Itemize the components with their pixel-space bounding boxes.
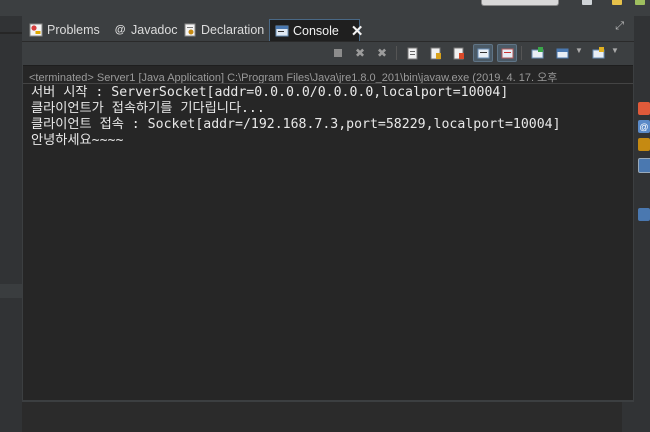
javadoc-trim-icon[interactable]: @ xyxy=(638,120,650,133)
console-toolbar: ✖ ✖ ▼ ▼ xyxy=(22,42,634,64)
right-trim-stack: @ xyxy=(634,16,650,432)
declaration-icon xyxy=(183,23,197,37)
display-console-icon[interactable] xyxy=(552,44,572,62)
tab-console-label: Console xyxy=(293,23,339,38)
window-top-strip xyxy=(0,0,650,16)
declaration-trim-icon[interactable] xyxy=(638,138,650,151)
word-wrap-icon[interactable] xyxy=(449,44,469,62)
problems-trim-icon[interactable] xyxy=(638,102,650,115)
left-editor-panel xyxy=(0,16,22,432)
display-console-dropdown-icon[interactable]: ▼ xyxy=(575,46,583,55)
remove-all-terminated-icon[interactable]: ✖ xyxy=(372,44,392,62)
show-on-stderr-icon[interactable] xyxy=(497,44,517,62)
console-line: 안녕하세요~~~~ xyxy=(31,133,124,148)
tab-problems[interactable]: Problems xyxy=(24,19,110,41)
console-trim-icon[interactable] xyxy=(638,158,650,173)
view-tab-bar: Problems @ Javadoc Declaration Console ✕… xyxy=(22,16,634,42)
console-line: 클라이언트가 접속하기를 기다립니다... xyxy=(31,101,265,116)
outline-trim-icon[interactable] xyxy=(638,208,650,221)
tab-declaration-label: Declaration xyxy=(201,23,265,37)
pin-console-icon[interactable] xyxy=(527,44,547,62)
console-line: 서버 시작 : ServerSocket[addr=0.0.0.0/0.0.0.… xyxy=(31,85,509,100)
tab-javadoc[interactable]: @ Javadoc xyxy=(108,19,180,41)
perspective-icon[interactable] xyxy=(582,0,592,5)
terminate-icon[interactable] xyxy=(328,44,348,62)
open-console-icon[interactable] xyxy=(588,44,608,62)
clear-console-icon[interactable] xyxy=(403,44,423,62)
remove-launch-icon[interactable]: ✖ xyxy=(350,44,370,62)
show-on-stdout-icon[interactable] xyxy=(473,44,493,62)
tab-problems-label: Problems xyxy=(47,23,100,37)
left-panel-band xyxy=(0,284,22,298)
view-menu-icon[interactable]: ⤢ xyxy=(615,20,624,33)
tab-declaration[interactable]: Declaration xyxy=(178,19,270,41)
quick-access-field[interactable] xyxy=(481,0,559,6)
terminated-status-line: <terminated> Server1 [Java Application] … xyxy=(29,72,558,83)
console-view: Problems @ Javadoc Declaration Console ✕… xyxy=(22,16,634,402)
tab-console[interactable]: Console ✕ xyxy=(269,19,363,41)
tab-javadoc-label: Javadoc xyxy=(131,23,178,37)
bottom-panel xyxy=(22,402,622,432)
console-line: 클라이언트 접속 : Socket[addr=/192.168.7.3,port… xyxy=(31,117,561,132)
close-icon[interactable]: ✕ xyxy=(351,22,364,40)
java-perspective-icon[interactable] xyxy=(612,0,622,5)
scroll-lock-icon[interactable] xyxy=(426,44,446,62)
console-output-area[interactable]: <terminated> Server1 [Java Application] … xyxy=(23,65,633,400)
debug-perspective-icon[interactable] xyxy=(635,0,645,5)
console-icon xyxy=(275,24,289,38)
open-console-dropdown-icon[interactable]: ▼ xyxy=(611,46,619,55)
console-output-text: 서버 시작 : ServerSocket[addr=0.0.0.0/0.0.0.… xyxy=(31,85,561,149)
javadoc-icon: @ xyxy=(114,24,126,36)
problems-icon xyxy=(29,23,43,37)
